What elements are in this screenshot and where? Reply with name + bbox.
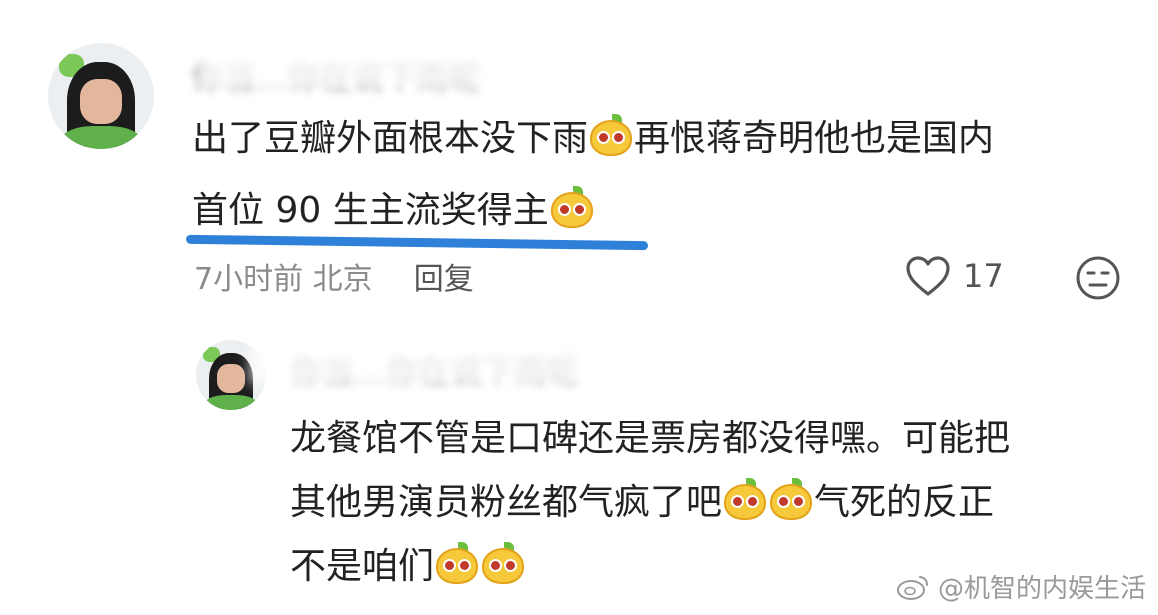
watermark: @机智的内娱生活 [896,568,1146,605]
reply-button[interactable]: 回复 [414,262,474,297]
username-blur-mask [200,48,500,88]
neutral-face-icon[interactable] [1075,255,1121,301]
comment-line-1: 出了豆瓣外面根本没下雨 再恨蒋奇明他也是国内 [192,103,1142,175]
emoji-mango-icon [770,478,813,520]
watermark-text: @机智的内娱生活 [937,574,1146,604]
emoji-mango-icon [724,478,767,520]
comment-location: 北京 [312,262,373,297]
weibo-logo-icon [896,576,928,600]
reply-line-1: 龙餐馆不管是口碑还是票房都没得嘿。可能把 [290,418,1011,459]
reply-line-2: 其他男演员粉丝都气疯了吧 气死的反正 [290,471,1140,535]
like-count: 17 [963,257,1004,295]
emoji-mango-icon [550,186,593,228]
comment-meta: 7小时前 北京 回复 [194,254,474,298]
comment-time: 7小时前 [194,262,304,297]
heart-icon[interactable] [905,255,951,297]
like-button[interactable]: 17 [905,255,1004,297]
avatar[interactable] [48,43,154,149]
emoji-mango-icon [482,542,525,584]
emoji-mango-icon [436,542,479,584]
comment-text: 出了豆瓣外面根本没下雨 再恨蒋奇明他也是国内 首位 90 生主流奖得主 [192,103,1142,247]
username-blur-mask [250,344,590,384]
emoji-mango-icon [590,114,633,156]
